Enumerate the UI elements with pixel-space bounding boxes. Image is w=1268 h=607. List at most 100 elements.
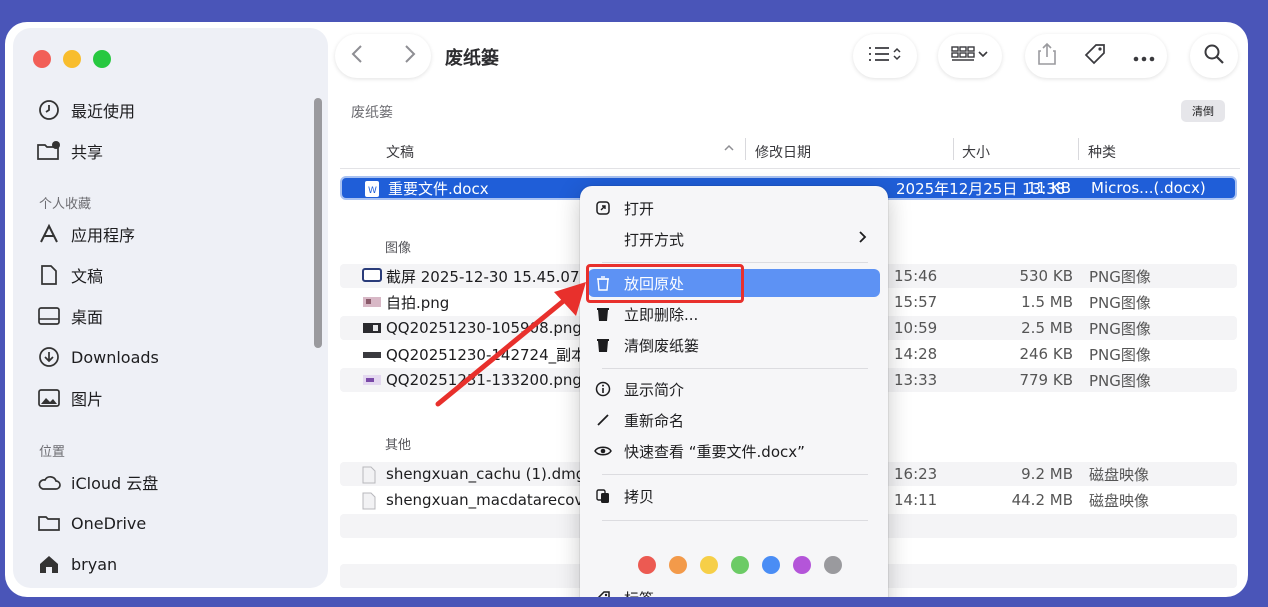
menu-item-label: 打开 [624,199,655,218]
column-header-name[interactable]: 文稿 [386,142,414,162]
menu-separator [602,520,868,521]
sidebar-item-documents[interactable]: 文稿 [35,260,305,290]
screenshot-thumbnail-icon [362,268,382,284]
tag-color-red[interactable] [638,556,656,574]
cloud-icon [35,470,63,494]
file-size: 11 KB [1027,179,1071,197]
image-thumbnail-icon [362,294,382,310]
sidebar-item-desktop[interactable]: 桌面 [35,301,305,331]
menu-separator [602,262,868,263]
file-kind: PNG图像 [1089,371,1151,390]
column-header-date[interactable]: 修改日期 [755,142,811,162]
sort-ascending-icon [723,142,735,158]
context-menu: 打开 打开方式 放回原处 立即删除... 清倒废纸篓 显示简介 重新命名 快速查… [580,186,888,597]
document-icon [35,263,63,287]
search-icon [1203,43,1225,69]
sidebar-item-label: 桌面 [71,308,104,327]
tag-color-orange[interactable] [669,556,687,574]
sidebar-item-home[interactable]: bryan [35,549,305,579]
file-kind: 磁盘映像 [1089,491,1150,510]
shared-folder-icon [35,139,63,163]
file-size: 9.2 MB [1021,465,1073,483]
sidebar-item-onedrive[interactable]: OneDrive [35,508,305,538]
file-kind: PNG图像 [1089,267,1151,286]
finder-window: 最近使用 共享 个人收藏 应用程序 文稿 桌面 Downloads 图片 位置 … [5,22,1248,597]
word-document-icon: W [364,180,384,197]
sidebar-item-label: 最近使用 [71,102,136,121]
menu-item-rename[interactable]: 重新命名 [588,406,880,434]
image-thumbnail-icon [362,372,382,388]
zoom-window-button[interactable] [93,50,111,68]
home-icon [35,552,63,576]
menu-item-quick-look[interactable]: 快速查看 “重要文件.docx” [588,437,880,465]
chevron-right-icon [858,230,868,248]
sidebar-item-label: bryan [71,554,118,574]
file-size: 779 KB [1019,371,1073,389]
sidebar-item-label: iCloud 云盘 [71,474,159,493]
menu-item-label: 打开方式 [624,230,685,249]
menu-item-empty-trash[interactable]: 清倒废纸篓 [588,331,880,359]
list-view-icon [867,45,903,67]
nav-buttons [335,34,431,78]
file-date: 15:46 [894,267,938,285]
file-date: 14:11 [894,491,938,509]
sidebar-scrollbar[interactable] [314,98,322,348]
apps-icon [35,222,63,246]
sidebar-item-applications[interactable]: 应用程序 [35,219,305,249]
annotation-arrow [435,282,586,407]
menu-item-open-with[interactable]: 打开方式 [588,225,880,253]
tag-color-yellow[interactable] [700,556,718,574]
image-thumbnail-icon [362,320,382,336]
menu-item-label: 立即删除... [624,305,699,324]
sidebar-item-pictures[interactable]: 图片 [35,383,305,413]
forward-arrow-icon[interactable] [403,44,417,68]
folder-icon [35,511,63,535]
menu-item-label: 快速查看 “重要文件.docx” [624,442,805,461]
sidebar-item-recents[interactable]: 最近使用 [35,95,305,125]
tag-icon[interactable] [1083,42,1107,70]
menu-item-tags[interactable]: 标签... [588,584,880,597]
view-mode-button[interactable] [853,34,917,78]
more-options-icon[interactable] [1133,47,1155,66]
tag-icon [588,590,618,597]
search-button[interactable] [1190,34,1238,78]
file-size: 44.2 MB [1011,491,1073,509]
file-kind: 磁盘映像 [1089,465,1150,484]
tag-color-blue[interactable] [762,556,780,574]
group-button[interactable] [938,34,1002,78]
file-date: 15:57 [894,293,938,311]
sidebar-section-favorites: 个人收藏 [39,197,92,212]
tag-color-purple[interactable] [793,556,811,574]
sidebar-item-label: 文稿 [71,267,104,286]
menu-item-get-info[interactable]: 显示简介 [588,375,880,403]
column-header-size[interactable]: 大小 [962,142,990,162]
column-divider [953,138,954,160]
menu-item-open[interactable]: 打开 [588,194,880,222]
sidebar-item-icloud[interactable]: iCloud 云盘 [35,467,305,497]
sidebar-item-label: Downloads [71,347,159,367]
file-kind: PNG图像 [1089,319,1151,338]
open-icon [588,200,618,216]
column-divider [745,138,746,160]
sidebar-section-locations: 位置 [39,445,66,460]
column-header-kind[interactable]: 种类 [1088,142,1116,162]
menu-item-copy[interactable]: 拷贝 [588,482,880,510]
desktop-icon [35,304,63,328]
column-divider [1078,138,1079,160]
empty-trash-button[interactable]: 清倒 [1181,100,1225,122]
svg-text:W: W [368,186,377,196]
tag-color-gray[interactable] [824,556,842,574]
disk-image-icon [362,492,382,510]
minimize-window-button[interactable] [63,50,81,68]
menu-item-delete-now[interactable]: 立即删除... [588,300,880,328]
sidebar-item-shared[interactable]: 共享 [35,136,305,166]
back-arrow-icon[interactable] [350,44,364,68]
sidebar-item-downloads[interactable]: Downloads [35,342,305,372]
close-window-button[interactable] [33,50,51,68]
eye-icon [588,445,618,457]
tag-color-green[interactable] [731,556,749,574]
window-title: 废纸篓 [445,48,499,69]
share-icon[interactable] [1037,42,1057,70]
header-divider [340,168,1240,169]
file-date: 10:59 [894,319,938,337]
